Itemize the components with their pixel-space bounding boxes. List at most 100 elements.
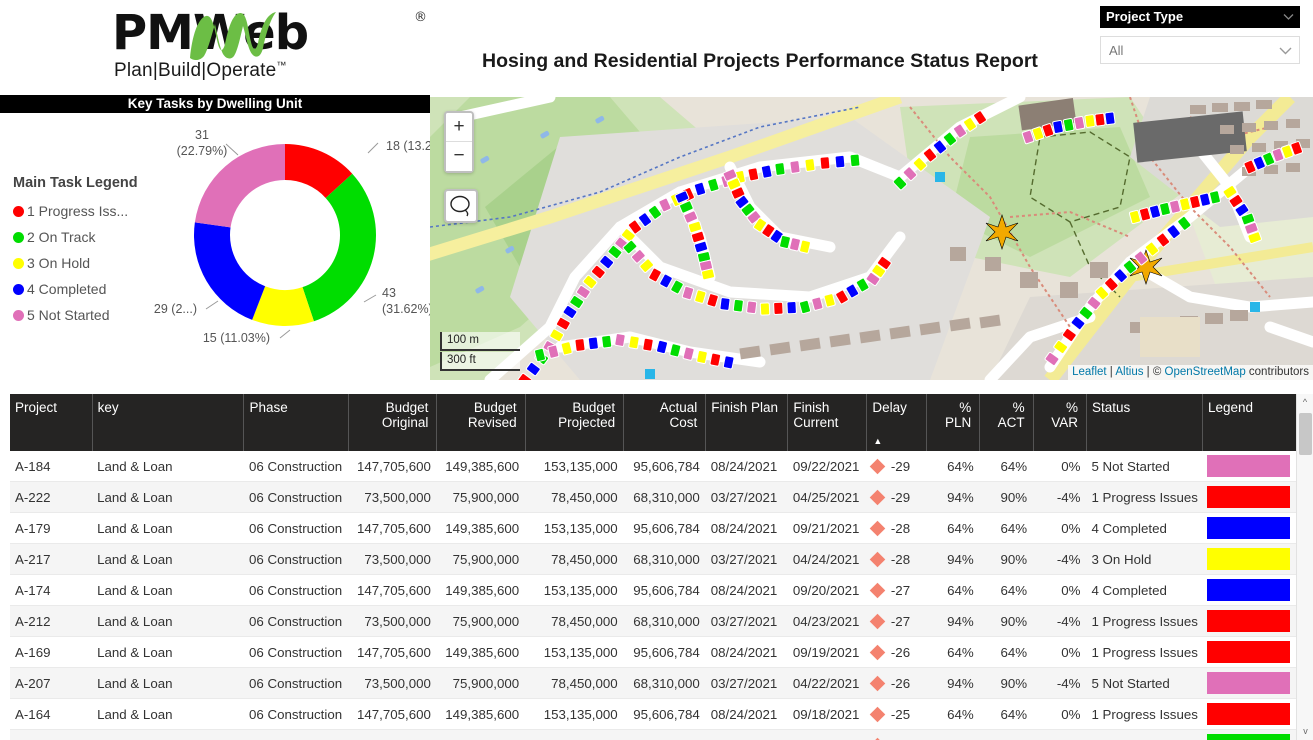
zoom-out-button[interactable]: − — [446, 142, 472, 171]
table-row[interactable]: A-222Land & Loan06 Construction73,500,00… — [10, 482, 1296, 513]
openstreetmap-link[interactable]: OpenStreetMap — [1165, 366, 1246, 378]
delay-diamond-icon — [870, 520, 886, 536]
delay-diamond-icon — [870, 582, 886, 598]
cell-budget-projected: 153,135,000 — [525, 699, 624, 730]
map-dwelling-marker[interactable] — [1085, 114, 1096, 127]
table-row[interactable]: A-217Land & Loan06 Construction73,500,00… — [10, 544, 1296, 575]
column-header-status[interactable]: Status — [1086, 394, 1202, 451]
column-header-finish-plan[interactable]: Finish Plan — [706, 394, 788, 451]
column-header-budget-projected[interactable]: Budget Projected — [525, 394, 624, 451]
legend-color-dot — [13, 284, 24, 295]
cell-budget-original: 147,705,600 — [349, 513, 437, 544]
map-zoom-controls[interactable]: + − — [444, 111, 474, 173]
chevron-down-icon[interactable] — [1282, 10, 1295, 23]
altius-link[interactable]: Altius — [1115, 366, 1143, 378]
cell-pct-pln: 64% — [926, 699, 979, 730]
cell-pct-pln: 94% — [926, 544, 979, 575]
chevron-down-icon[interactable] — [1278, 43, 1293, 58]
map-dwelling-marker[interactable] — [720, 297, 730, 310]
map-dwelling-marker[interactable] — [746, 301, 756, 314]
cell-pct-act: 90% — [980, 668, 1033, 699]
map-dwelling-marker[interactable] — [760, 303, 770, 315]
map-dwelling-marker[interactable] — [787, 301, 797, 313]
map-dwelling-marker[interactable] — [643, 338, 654, 351]
cell-budget-revised: 149,385,600 — [437, 699, 525, 730]
delay-value: -25 — [891, 707, 910, 722]
table-row[interactable]: A-184Land & Loan06 Construction147,705,6… — [10, 451, 1296, 482]
map-dwelling-marker[interactable] — [710, 353, 721, 367]
zoom-in-button[interactable]: + — [446, 113, 472, 142]
map-dwelling-marker[interactable] — [835, 155, 845, 168]
scroll-up-arrow-icon[interactable]: ^ — [1297, 394, 1313, 411]
leaflet-link[interactable]: Leaflet — [1072, 366, 1107, 378]
attr-contributors: contributors — [1246, 366, 1309, 378]
column-header-delay[interactable]: Delay▲ — [867, 394, 927, 451]
cell-budget-revised: 75,900,000 — [437, 482, 525, 513]
map-dwelling-marker[interactable] — [1105, 112, 1116, 125]
column-header-var[interactable]: % VAR — [1033, 394, 1086, 451]
column-header-legend[interactable]: Legend — [1202, 394, 1296, 451]
donut-chart[interactable]: 18 (13.24%)43(31.62%)15 (11.03%)29 (2...… — [140, 117, 430, 367]
map-dwelling-marker[interactable] — [601, 335, 611, 348]
column-header-project[interactable]: Project — [10, 394, 92, 451]
scale-imperial: 300 ft — [440, 352, 520, 371]
column-header-budget-revised[interactable]: Budget Revised — [437, 394, 525, 451]
cell-actual-cost: 95,606,784 — [624, 699, 706, 730]
donut-slices[interactable] — [194, 144, 376, 326]
lasso-select-icon[interactable] — [444, 189, 478, 223]
table-row[interactable]: A-164Land & Loan06 Construction147,705,6… — [10, 699, 1296, 730]
slicer-header[interactable]: Project Type — [1100, 6, 1300, 28]
map-dwelling-marker[interactable] — [1063, 118, 1074, 131]
cell-pct-var: -4% — [1033, 606, 1086, 637]
scroll-down-arrow-icon[interactable]: v — [1297, 723, 1313, 740]
table-row[interactable]: A-179Land & Loan06 Construction147,705,6… — [10, 513, 1296, 544]
map-dwelling-marker[interactable] — [615, 333, 626, 346]
map-dwelling-marker[interactable] — [1095, 113, 1106, 126]
map-dwelling-marker[interactable] — [850, 154, 860, 167]
table-vertical-scrollbar[interactable]: ^ v — [1296, 394, 1313, 740]
map-dwelling-marker[interactable] — [748, 168, 759, 182]
map-dwelling-marker[interactable] — [575, 338, 585, 351]
donut-slice[interactable] — [302, 174, 376, 322]
chart-title: Key Tasks by Dwelling Unit — [0, 95, 430, 113]
map-dwelling-marker[interactable] — [1052, 120, 1063, 133]
column-header-pln[interactable]: % PLN — [926, 394, 979, 451]
project-location-map[interactable]: + − 100 m 300 ft Leaflet | Altius | © Op… — [430, 97, 1313, 380]
cell-finish-plan: 03/27/2021 — [706, 668, 788, 699]
cell-pct-var: 0% — [1033, 699, 1086, 730]
map-dwelling-marker[interactable] — [775, 162, 786, 175]
column-header-key[interactable]: key — [92, 394, 244, 451]
map-dwelling-marker[interactable] — [588, 337, 598, 350]
map-dwelling-marker[interactable] — [701, 269, 715, 280]
table-row[interactable]: A-202Land & Loan06 Construction73,500,00… — [10, 730, 1296, 740]
map-dwelling-marker[interactable] — [1074, 116, 1085, 129]
table-row[interactable]: A-174Land & Loan06 Construction147,705,6… — [10, 575, 1296, 606]
map-dwelling-marker[interactable] — [733, 299, 743, 312]
map-dwelling-marker[interactable] — [629, 336, 640, 349]
cell-project: A-212 — [10, 606, 92, 637]
cell-finish-current: 04/21/2021 — [788, 730, 867, 740]
scrollbar-thumb[interactable] — [1299, 413, 1312, 455]
column-header-finish-current[interactable]: Finish Current — [788, 394, 867, 451]
map-dwelling-marker[interactable] — [723, 356, 734, 370]
donut-slice[interactable] — [194, 222, 265, 319]
delay-value: -27 — [891, 614, 910, 629]
table-row[interactable]: A-169Land & Loan06 Construction147,705,6… — [10, 637, 1296, 668]
table-row[interactable]: A-212Land & Loan06 Construction73,500,00… — [10, 606, 1296, 637]
column-header-actual-cost[interactable]: Actual Cost — [624, 394, 706, 451]
map-dwelling-marker[interactable] — [696, 350, 707, 364]
table-body: A-184Land & Loan06 Construction147,705,6… — [10, 451, 1296, 740]
cell-pct-var: 0% — [1033, 575, 1086, 606]
column-header-act[interactable]: % ACT — [980, 394, 1033, 451]
cell-status: 1 Progress Issues — [1086, 699, 1202, 730]
map-dwelling-marker[interactable] — [805, 158, 816, 171]
table-row[interactable]: A-207Land & Loan06 Construction73,500,00… — [10, 668, 1296, 699]
map-dwelling-marker[interactable] — [820, 157, 830, 170]
column-header-phase[interactable]: Phase — [244, 394, 349, 451]
map-dwelling-marker[interactable] — [790, 160, 801, 173]
column-header-budget-original[interactable]: Budget Original — [349, 394, 437, 451]
map-dwelling-marker[interactable] — [761, 165, 772, 179]
map-dwelling-marker[interactable] — [774, 302, 784, 314]
cell-delay: -26 — [867, 637, 927, 668]
project-type-dropdown[interactable]: All — [1100, 36, 1300, 64]
